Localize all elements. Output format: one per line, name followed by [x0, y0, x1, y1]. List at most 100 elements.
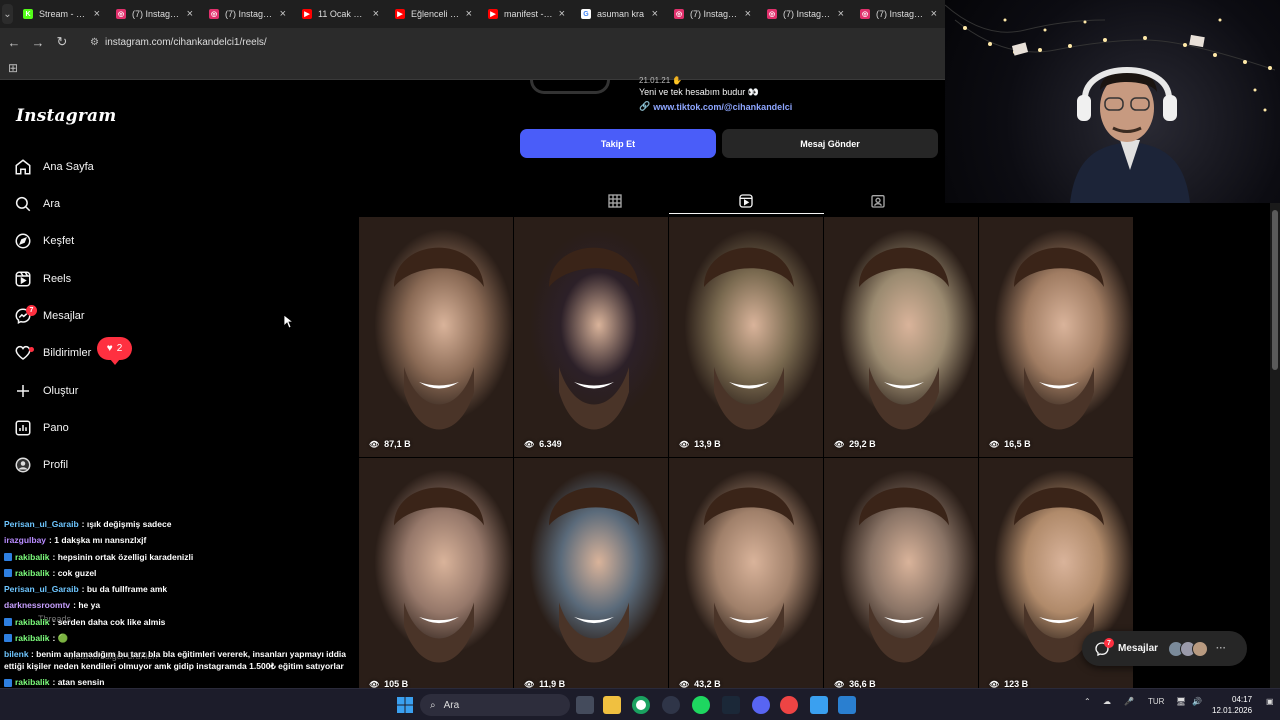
tab-search-dropdown[interactable]: ⌄ [2, 4, 13, 24]
url-field[interactable]: ⚙ instagram.com/cihankandelci1/reels/ [80, 31, 937, 53]
sidebar-item-messages[interactable]: 7 Mesajlar [14, 302, 85, 330]
tab-close-icon[interactable]: × [652, 8, 658, 20]
tagged-icon[interactable] [870, 193, 886, 209]
link-icon: 🔗 [639, 101, 651, 111]
compass-icon [15, 233, 31, 249]
tray-chevron-icon[interactable]: ⌃ [1084, 697, 1091, 706]
tab-close-icon[interactable]: × [931, 8, 937, 20]
view-count-text: 6.349 [539, 439, 562, 449]
tab-favicon-icon: ▶ [395, 9, 405, 19]
home-icon [15, 159, 31, 175]
chat-username: irazgulbay [4, 535, 47, 546]
floating-messages-label: Mesajlar [1118, 643, 1159, 654]
microphone-icon[interactable]: 🎤 [1124, 697, 1134, 706]
steam-icon[interactable] [722, 696, 740, 714]
reel-thumbnail[interactable]: 👁 36,6 B [824, 458, 978, 689]
sidebar-item-explore[interactable]: Keşfet [14, 227, 74, 255]
tab-close-icon[interactable]: × [745, 8, 751, 20]
back-icon[interactable]: ← [2, 35, 26, 50]
reel-thumbnail[interactable]: 👁 6.349 [514, 217, 668, 457]
browser-tab[interactable]: Gasuman kra × [573, 0, 666, 28]
notification-center-icon[interactable]: ▣ [1266, 697, 1274, 706]
app-icon[interactable] [838, 696, 856, 714]
network-icon[interactable]: 🖥 [1176, 697, 1186, 706]
sidebar-item-reels[interactable]: Reels [14, 265, 71, 293]
reels-tab-icon[interactable] [738, 193, 754, 209]
chrome-active-icon[interactable] [780, 696, 798, 714]
reel-thumbnail[interactable]: 👁 43,2 B [669, 458, 823, 689]
reel-thumbnail[interactable]: 👁 16,5 B [979, 217, 1133, 457]
reel-view-count: 👁 87,1 B [369, 439, 411, 449]
reel-image [824, 458, 978, 689]
follow-button[interactable]: Takip Et [520, 129, 716, 158]
sidebar-item-notifications[interactable]: Bildirimler [14, 339, 91, 367]
platform-badge-icon [4, 678, 12, 687]
tab-close-icon[interactable]: × [373, 8, 379, 20]
browser-address-bar: ← → ↻ ⚙ instagram.com/cihankandelci1/ree… [0, 28, 945, 56]
reel-thumbnail[interactable]: 👁 105 B [359, 458, 513, 689]
chat-text: : serden daha cok like almis [52, 616, 166, 627]
windows-start-icon[interactable] [396, 696, 414, 714]
forward-icon[interactable]: → [26, 35, 50, 50]
reel-thumbnail[interactable]: 👁 29,2 B [824, 217, 978, 457]
chat-message: irazgulbay : 1 dakşka mı nansnzlxjf [4, 532, 354, 548]
posts-grid-icon[interactable] [607, 193, 623, 209]
language-indicator[interactable]: TUR [1148, 697, 1164, 706]
bio-link[interactable]: 🔗 www.tiktok.com/@cihankandelci [639, 101, 792, 112]
spotify-icon[interactable] [692, 696, 710, 714]
volume-icon[interactable]: 🔊 [1192, 697, 1202, 706]
conversation-avatars [1168, 640, 1209, 657]
browser-tab[interactable]: ▶ manifest - Bil × [480, 0, 573, 28]
sidebar-item-search[interactable]: Ara [14, 190, 60, 218]
chat-message: Perisan_ul_Garaib : bu da fullframe amk [4, 581, 354, 597]
browser-tab[interactable]: ◎ (7) Instagram × [108, 0, 201, 28]
browser-tab[interactable]: ◎ (7) Instagram × [759, 0, 852, 28]
scrollbar-thumb[interactable] [1272, 210, 1278, 370]
taskbar-search[interactable]: ⌕ Ara [420, 694, 570, 716]
reel-thumbnail[interactable]: 👁 13,9 B [669, 217, 823, 457]
tab-close-icon[interactable]: × [187, 8, 193, 20]
task-view-icon[interactable] [576, 696, 594, 714]
chrome-icon[interactable] [632, 696, 650, 714]
tab-close-icon[interactable]: × [838, 8, 844, 20]
reload-icon[interactable]: ↻ [50, 34, 74, 50]
apps-grid-icon[interactable]: ⊞ [8, 61, 18, 75]
browser-tab[interactable]: K Stream - Kick × [15, 0, 108, 28]
tab-title: manifest - Bil [504, 9, 553, 19]
onedrive-icon[interactable]: ☁ [1103, 697, 1111, 706]
profile-picture[interactable] [530, 80, 610, 94]
browser-tab[interactable]: ◎ (7) Instagram × [852, 0, 945, 28]
site-settings-icon[interactable]: ⚙ [90, 37, 99, 48]
browser-tab[interactable]: ◎ (7) Instagram × [666, 0, 759, 28]
sidebar-item-create[interactable]: Oluştur [14, 377, 78, 405]
sidebar-item-home[interactable]: Ana Sayfa [14, 153, 94, 181]
tab-close-icon[interactable]: × [280, 8, 286, 20]
tab-close-icon[interactable]: × [559, 8, 565, 20]
tab-favicon-icon: ◎ [674, 9, 684, 19]
github-icon[interactable] [662, 696, 680, 714]
file-explorer-icon[interactable] [603, 696, 621, 714]
platform-badge-icon [4, 617, 12, 626]
notepad-icon[interactable] [810, 696, 828, 714]
sidebar-item-profile[interactable]: Profil [14, 451, 68, 479]
tab-close-icon[interactable]: × [466, 8, 472, 20]
clock-date: 12.01.2026 [1212, 706, 1253, 715]
browser-tab[interactable]: ▶ 11 Ocak 2026 × [294, 0, 387, 28]
heart-icon: ♥ [106, 343, 113, 354]
sidebar-item-dashboard[interactable]: Pano [14, 414, 69, 442]
browser-tab[interactable]: ▶ Eğlenceli Ema × [387, 0, 480, 28]
browser-tab[interactable]: ◎ (7) Instagram × [201, 0, 294, 28]
taskbar-clock[interactable]: 04:17 12.01.2026 [1212, 694, 1252, 716]
eye-icon: 👁 [989, 439, 1000, 449]
notification-popup[interactable]: ♥ 2 [97, 337, 132, 365]
floating-messages-button[interactable]: 7 Mesajlar ··· [1082, 631, 1247, 666]
eye-icon: 👁 [679, 439, 690, 449]
reel-thumbnail[interactable]: 👁 11,9 B [514, 458, 668, 689]
tab-close-icon[interactable]: × [94, 8, 100, 20]
message-button[interactable]: Mesaj Gönder [722, 129, 938, 158]
eye-icon: 👁 [524, 439, 535, 449]
reel-thumbnail[interactable]: 👁 87,1 B [359, 217, 513, 457]
instagram-logo[interactable]: Instagram [16, 106, 116, 126]
chat-text: : ışık değişmiş sadece [81, 519, 172, 529]
discord-icon[interactable] [752, 696, 770, 714]
